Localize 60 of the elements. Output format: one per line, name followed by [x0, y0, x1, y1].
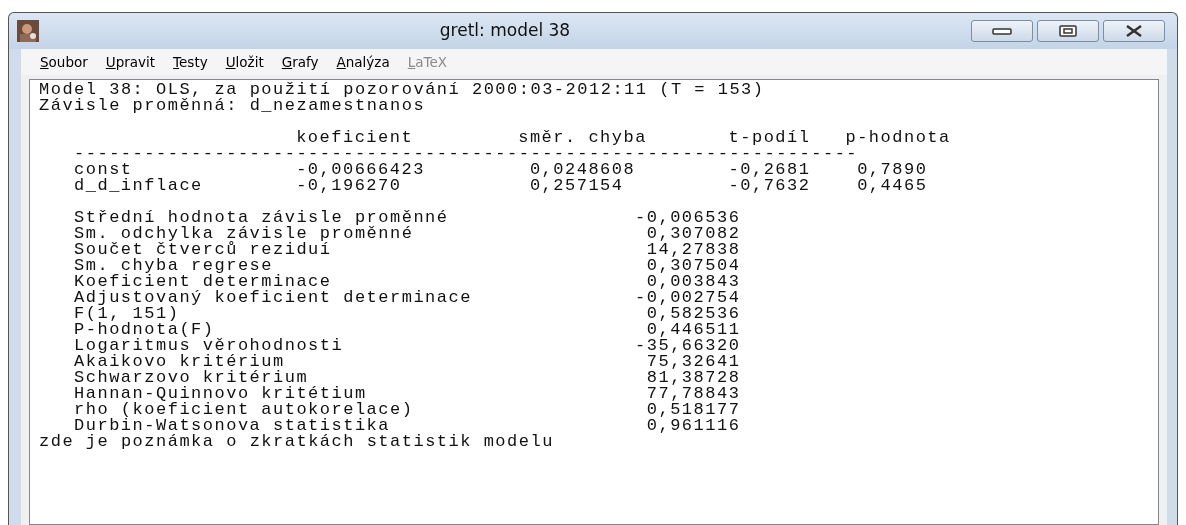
- output-text: Model 38: OLS, za použití pozorování 2000:03-2012:11 (T = 153): [39, 82, 764, 98]
- window-title: gretl: model 38: [439, 20, 571, 41]
- dashed-rule: -------------------------------------------------------------------: [74, 146, 858, 162]
- statistic-value: 14,27838: [646, 242, 741, 258]
- variable-name: const: [74, 162, 133, 178]
- column-header: směr. chyba: [518, 130, 647, 146]
- minimize-icon: [992, 27, 1012, 35]
- statistic-value: -0,006536: [635, 210, 741, 226]
- statistic-label: Durbin-Watsonova statistika: [74, 418, 390, 434]
- statistic-label: Akaikovo kritérium: [74, 354, 285, 370]
- coefficient-value: -0,00666423: [296, 162, 425, 178]
- statistic-label: Logaritmus věrohodnosti: [74, 338, 343, 354]
- statistic-label: Koeficient determinace: [74, 274, 332, 290]
- app-icon: [17, 20, 39, 42]
- close-icon: [1124, 25, 1144, 37]
- menu-item[interactable]: Upravit: [98, 51, 163, 73]
- coefficient-value: -0,2681: [728, 162, 811, 178]
- statistic-value: 0,961116: [646, 418, 741, 434]
- menu-item[interactable]: Grafy: [274, 51, 326, 73]
- coefficient-value: 0,7890: [857, 162, 928, 178]
- statistic-label: Schwarzovo kritérium: [74, 370, 308, 386]
- variable-name: d_d_inflace: [74, 178, 203, 194]
- statistic-value: 0,307504: [646, 258, 741, 274]
- coefficient-value: 0,0248608: [529, 162, 636, 178]
- output-text: zde je poznámka o zkratkách statistik modelu: [39, 434, 554, 450]
- statistic-value: 0,307082: [646, 226, 741, 242]
- maximize-button[interactable]: [1037, 20, 1099, 42]
- coefficient-value: 0,4465: [857, 178, 928, 194]
- column-header: koeficient: [296, 130, 413, 146]
- statistic-label: Adjustovaný koeficient determinace: [74, 290, 472, 306]
- statistic-label: Sm. chyba regrese: [74, 258, 273, 274]
- statistic-value: 75,32641: [646, 354, 741, 370]
- statistic-value: 0,582536: [646, 306, 741, 322]
- statistic-label: Sm. odchylka závisle proměnné: [74, 226, 413, 242]
- statistic-label: Součet čtverců reziduí: [74, 242, 332, 258]
- statistic-label: Hannan-Quinnovo kritétium: [74, 386, 367, 402]
- statistic-label: P-hodnota(F): [74, 322, 215, 338]
- output-text: Závisle proměnná: d_nezamestnanos: [39, 98, 425, 114]
- maximize-icon: [1058, 25, 1078, 37]
- menu-item[interactable]: Testy: [166, 51, 215, 73]
- coefficient-value: 0,257154: [529, 178, 624, 194]
- statistic-label: Střední hodnota závisle proměnné: [74, 210, 449, 226]
- statistic-label: rho (koeficient autokorelace): [74, 402, 413, 418]
- statistic-value: 0,518177: [646, 402, 741, 418]
- menu-item[interactable]: Uložit: [218, 51, 271, 73]
- statistic-label: F(1, 151): [74, 306, 180, 322]
- close-button[interactable]: [1103, 20, 1165, 42]
- statistic-value: -35,66320: [635, 338, 741, 354]
- statistic-value: 0,446511: [646, 322, 741, 338]
- menu-item[interactable]: Soubor: [33, 51, 95, 73]
- statistic-value: 0,003843: [646, 274, 741, 290]
- statistic-value: -0,002754: [635, 290, 741, 306]
- column-header: p-hodnota: [845, 130, 951, 146]
- coefficient-value: -0,196270: [296, 178, 402, 194]
- statistic-value: 81,38728: [646, 370, 741, 386]
- column-header: t-podíl: [728, 130, 811, 146]
- coefficient-value: -0,7632: [728, 178, 811, 194]
- minimize-button[interactable]: [971, 20, 1033, 42]
- statistic-value: 77,78843: [646, 386, 741, 402]
- menu-item[interactable]: Analýza: [329, 51, 397, 73]
